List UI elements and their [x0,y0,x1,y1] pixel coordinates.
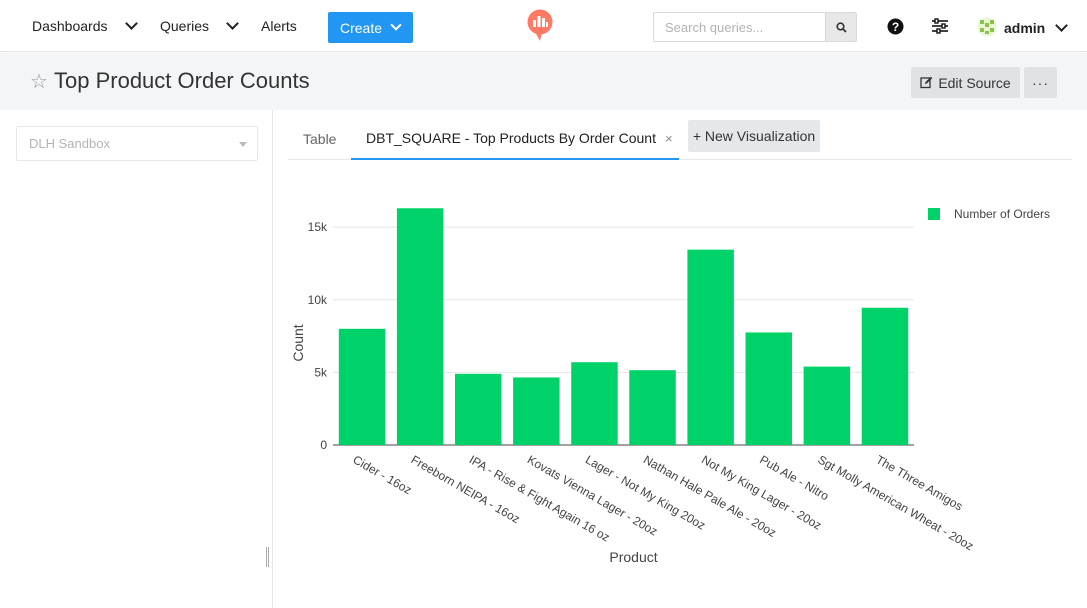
help-icon: ? [887,18,903,34]
legend-swatch [928,208,940,220]
nav-queries[interactable]: Queries [160,0,209,52]
panel-resize-handle[interactable] [266,547,269,567]
search-input[interactable] [653,12,825,42]
user-menu[interactable]: admin [1004,0,1069,55]
top-navbar: Dashboards Queries Alerts Create Search … [0,0,1087,52]
chevron-down-icon [390,19,402,31]
svg-text:?: ? [891,20,898,34]
new-visualization-label: + New Visualization [692,128,816,144]
y-tick-label: 5k [314,365,328,379]
bar [455,373,502,445]
more-icon: ··· [1032,74,1049,91]
tab-active-label: DBT_SQUARE - Top Products By Order Count [366,130,656,146]
chevron-down-icon [125,17,138,30]
chevron-down-icon [226,17,239,30]
chevron-down-icon [1055,18,1069,32]
nav-alerts[interactable]: Alerts [261,0,297,52]
bar [861,307,909,445]
user-name-label: admin [1004,19,1046,36]
new-visualization-button[interactable]: + New Visualization [688,120,820,152]
nav-alerts-label: Alerts [261,18,297,34]
x-axis-title: Product [609,549,657,565]
bar-chart: 0 5k 10k 15k Cider - 16oz Freeborn NEIPA - 16… [288,170,1078,600]
sliders-icon [932,18,948,34]
schema-panel: DLH Sandbox [0,110,273,608]
edit-icon [920,76,933,89]
edit-source-button[interactable]: Edit Source [911,67,1020,98]
data-source-select[interactable]: DLH Sandbox [16,126,258,161]
x-tick-label: Freeborn NEIPA - 16oz [409,452,523,526]
settings-button[interactable] [928,14,952,38]
bar [571,362,618,445]
nav-dashboards-label: Dashboards [32,18,108,34]
create-button[interactable]: Create [328,12,413,43]
data-source-value: DLH Sandbox [29,136,110,151]
search-icon [835,21,847,33]
more-actions-button[interactable]: ··· [1024,67,1057,98]
favorite-star-icon[interactable]: ☆ [30,69,48,94]
bar [629,370,676,445]
tab-top-products-chart[interactable]: DBT_SQUARE - Top Products By Order Count… [351,118,679,160]
visualization-tabs: Table DBT_SQUARE - Top Products By Order… [288,118,1072,160]
avatar-icon [977,17,997,37]
user-avatar[interactable] [977,17,997,42]
y-tick-label: 0 [320,438,327,452]
bar [687,249,734,445]
bar [745,332,792,445]
bar [513,377,560,445]
create-button-label: Create [340,19,383,36]
y-tick-label: 15k [308,220,328,234]
dashboards-dropdown-toggle[interactable] [125,0,138,52]
nav-dashboards[interactable]: Dashboards [32,0,108,52]
nav-queries-label: Queries [160,18,210,34]
x-tick-label: Cider - 16oz [351,452,415,497]
tab-table[interactable]: Table [303,118,336,160]
caret-down-icon [239,142,247,147]
legend-label: Number of Orders [954,207,1050,221]
tab-table-label: Table [303,131,337,147]
chart-svg: 0 5k 10k 15k Cider - 16ozFreeborn NEIPA - 16… [290,207,1050,565]
bar [396,208,444,445]
search-button[interactable] [825,12,857,42]
page-title: Top Product Order Counts [54,68,310,93]
queries-dropdown-toggle[interactable] [226,0,239,52]
y-axis-title: Count [290,324,306,361]
bar [338,328,386,445]
close-icon[interactable]: × [665,131,673,146]
query-page-header: ☆ Top Product Order Counts Edit Source ·… [0,53,1087,110]
y-tick-label: 10k [308,293,328,307]
redash-logo-icon [527,9,553,41]
help-button[interactable]: ? [883,14,907,38]
redash-logo[interactable] [527,9,553,47]
edit-source-label: Edit Source [938,74,1011,91]
bar [803,366,851,445]
